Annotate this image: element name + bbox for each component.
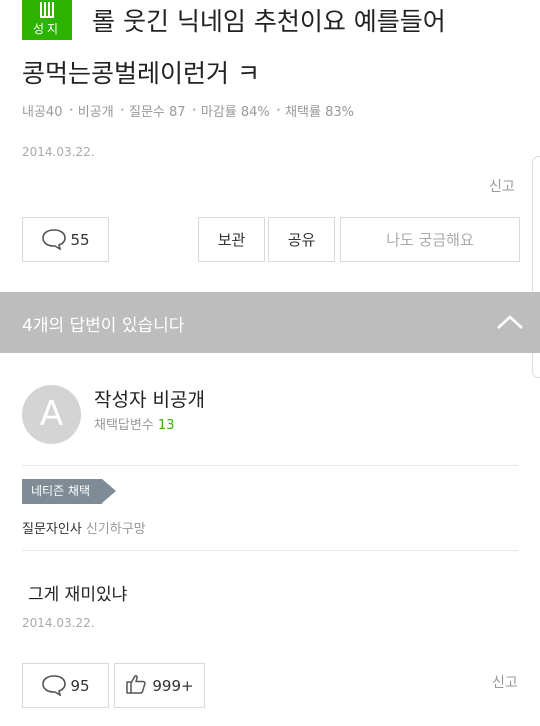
me-too-curious-button[interactable]: 나도 궁금해요 — [340, 217, 520, 262]
adopted-answers-stat: 채택답변수 13 — [94, 414, 175, 433]
answer-comment-count: 95 — [70, 676, 90, 695]
monument-icon — [40, 2, 54, 22]
question-title-line2: 콩먹는콩벌레이런거 ㅋ — [22, 59, 260, 88]
question-comment-button[interactable]: 55 — [22, 217, 109, 262]
speech-bubble-icon — [41, 228, 67, 254]
share-button[interactable]: 공유 — [268, 217, 335, 262]
adopted-count: 13 — [157, 418, 175, 433]
meta-question-count: 질문수 87 — [128, 105, 186, 120]
badge-label: 성지 — [32, 22, 62, 36]
divider — [22, 550, 518, 551]
question-date: 2014.03.22. — [22, 145, 95, 159]
meta-close-rate: 마감률 84% — [200, 105, 270, 120]
speech-bubble-icon — [41, 674, 67, 700]
answers-count-banner[interactable]: 4개의 답변이 있습니다 — [0, 292, 540, 353]
greeting-label: 질문자인사 — [22, 522, 82, 537]
meta-visibility: 비공개 — [77, 105, 114, 120]
category-badge[interactable]: 성지 — [22, 0, 72, 40]
avatar: A — [22, 385, 81, 444]
answer-date: 2014.03.22. — [22, 616, 95, 630]
thumbs-up-icon — [125, 673, 147, 699]
answer-body: 그게 재미있냐 — [28, 585, 128, 605]
answer-report-link[interactable]: 신고 — [492, 672, 518, 692]
adopted-label: 채택답변수 — [94, 418, 154, 433]
greeting-text: 신기하구망 — [85, 522, 146, 537]
answers-count-text: 4개의 답변이 있습니다 — [22, 316, 185, 336]
question-title-line1: 롤 웃긴 닉네임 추천이요 예를들어 — [92, 7, 446, 36]
meta-adopt-rate: 채택률 83% — [285, 105, 355, 120]
save-button[interactable]: 보관 — [198, 217, 265, 262]
like-count: 999+ — [152, 676, 194, 695]
tag-arrow — [102, 479, 116, 503]
question-meta: 내공40 • 비공개 • 질문수 87 • 마감률 84% • 채택률 83% — [22, 105, 355, 120]
questioner-greeting: 질문자인사 신기하구망 — [22, 518, 146, 537]
divider — [22, 465, 518, 466]
answer-comment-button[interactable]: 95 — [22, 663, 109, 708]
answer-writer-name: 작성자 비공개 — [94, 389, 205, 411]
chevron-up-icon[interactable] — [496, 310, 524, 338]
question-report-link[interactable]: 신고 — [489, 176, 515, 196]
meta-points: 내공40 — [22, 105, 63, 120]
question-comment-count: 55 — [70, 230, 90, 249]
netizen-adopted-tag: 네티즌 채택 — [22, 479, 102, 504]
like-button[interactable]: 999+ — [114, 663, 205, 708]
